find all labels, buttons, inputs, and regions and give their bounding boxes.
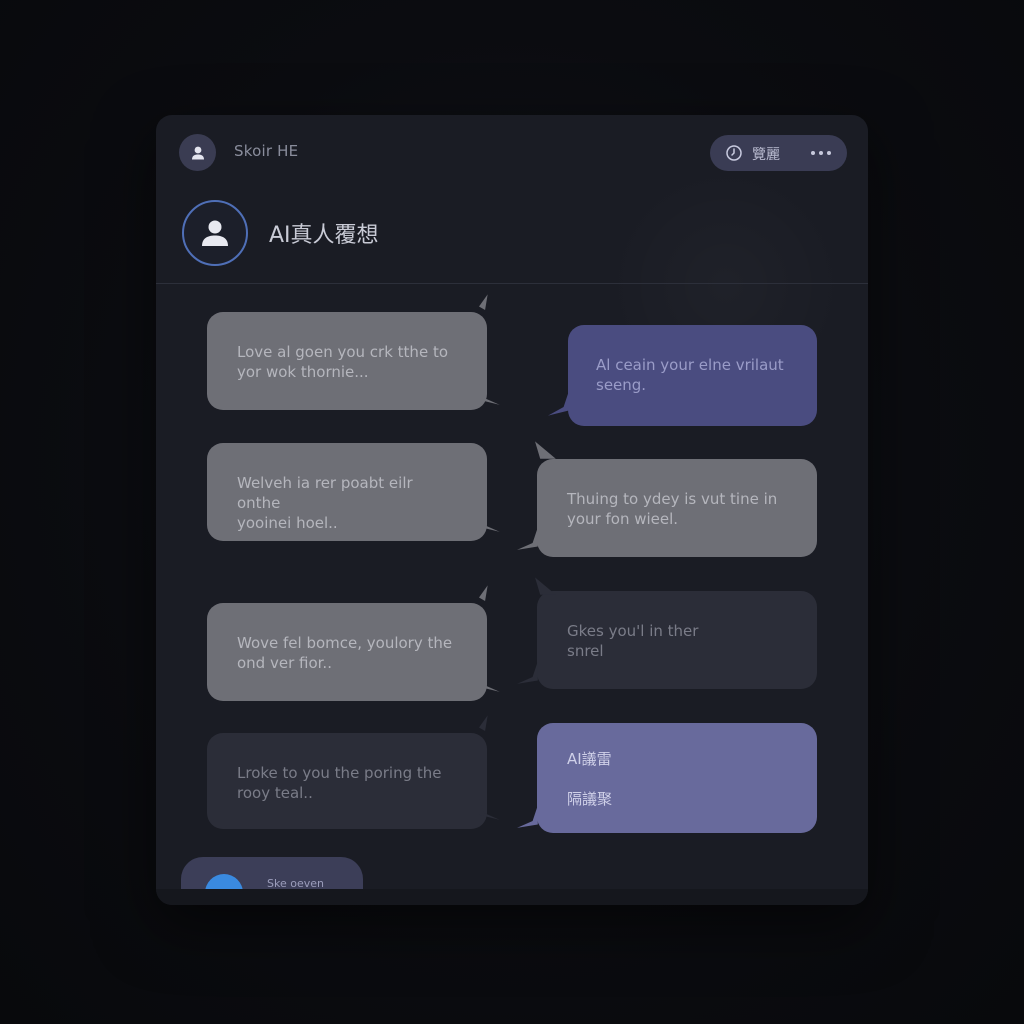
bubble-tail [517, 527, 538, 550]
message-bubble[interactable]: Love al goen you crk tthe to yor wok tho… [207, 294, 500, 410]
composer-bar [156, 889, 868, 905]
bubble-tail [479, 669, 500, 692]
message-bubble[interactable]: AI議雷 隔議聚 [517, 723, 817, 833]
bubble-tail [517, 661, 538, 684]
menu-label-button[interactable]: 覽麗 [752, 144, 780, 164]
message-bubble[interactable]: Gkes you'l in ther snrel [517, 577, 817, 689]
bubble-tail [479, 585, 488, 601]
message-text-line: Wove fel bomce, youlory the [237, 634, 453, 652]
clock-icon[interactable] [725, 144, 743, 162]
message-text-line: yor wok thornie... [237, 363, 369, 381]
more-dots-icon[interactable] [804, 143, 838, 163]
message-bubble[interactable]: Wove fel bomce, youlory the ond ver fior… [207, 585, 500, 701]
message-bubble[interactable]: Welveh ia rer poabt eilr onthe yooinei h… [207, 443, 500, 541]
dot [819, 151, 823, 155]
bubble-tail [535, 441, 556, 459]
chat-title: AI真人覆想 [269, 223, 379, 248]
message-list: Love al goen you crk tthe to yor wok tho… [156, 283, 868, 905]
message-bubble[interactable]: Al ceain your elne vrilaut seeng. [548, 325, 817, 426]
message-text-line: 隔議聚 [567, 790, 613, 808]
app-title: Skoir HE [234, 142, 299, 160]
screen: Skoir HE 覽麗 AI真人覆想 Love al goen you crk … [0, 0, 1024, 1024]
bubble-tail [535, 577, 556, 595]
bubble-tail [479, 509, 500, 532]
user-icon [202, 220, 228, 246]
message-text-line: yooinei hoel.. [237, 514, 338, 532]
message-bubble[interactable]: Thuing to ydey is vut tine in your fon w… [517, 441, 817, 557]
message-text-line: ond ver fior.. [237, 654, 332, 672]
message-text-line: AI議雷 [567, 750, 612, 768]
bubble-tail [479, 294, 488, 310]
dot [811, 151, 815, 155]
message-text-line: Lroke to you the poring the [237, 764, 442, 782]
profile-avatar-button[interactable] [179, 134, 216, 171]
message-text-line: Al ceain your elne vrilaut [596, 356, 784, 374]
message-text-line: snrel [567, 642, 604, 660]
top-bar: Skoir HE 覽麗 [156, 115, 868, 191]
chat-window: Skoir HE 覽麗 AI真人覆想 Love al goen you crk … [156, 115, 868, 905]
message-text-line [567, 769, 787, 789]
message-text-line: seeng. [596, 376, 647, 394]
menu-pill: 覽麗 [710, 135, 847, 171]
bubble-tail [479, 382, 500, 405]
message-text-line: Welveh ia rer poabt eilr onthe [237, 474, 413, 512]
message-text-line: your fon wieel. [567, 510, 679, 528]
bubble-tail [479, 715, 488, 731]
message-bubble[interactable]: Lroke to you the poring the rooy teal.. [207, 715, 500, 829]
chat-header: AI真人覆想 [156, 195, 868, 284]
message-text-line: Thuing to ydey is vut tine in [567, 490, 778, 508]
dot [827, 151, 831, 155]
bubble-tail [479, 797, 500, 820]
bubble-tail [548, 391, 569, 416]
message-text-line: rooy teal.. [237, 784, 313, 802]
message-text-line: Gkes you'l in ther [567, 622, 699, 640]
bubble-tail [517, 805, 538, 828]
chat-avatar[interactable] [182, 200, 248, 266]
message-text-line: Love al goen you crk tthe to [237, 343, 448, 361]
user-icon [191, 146, 204, 159]
